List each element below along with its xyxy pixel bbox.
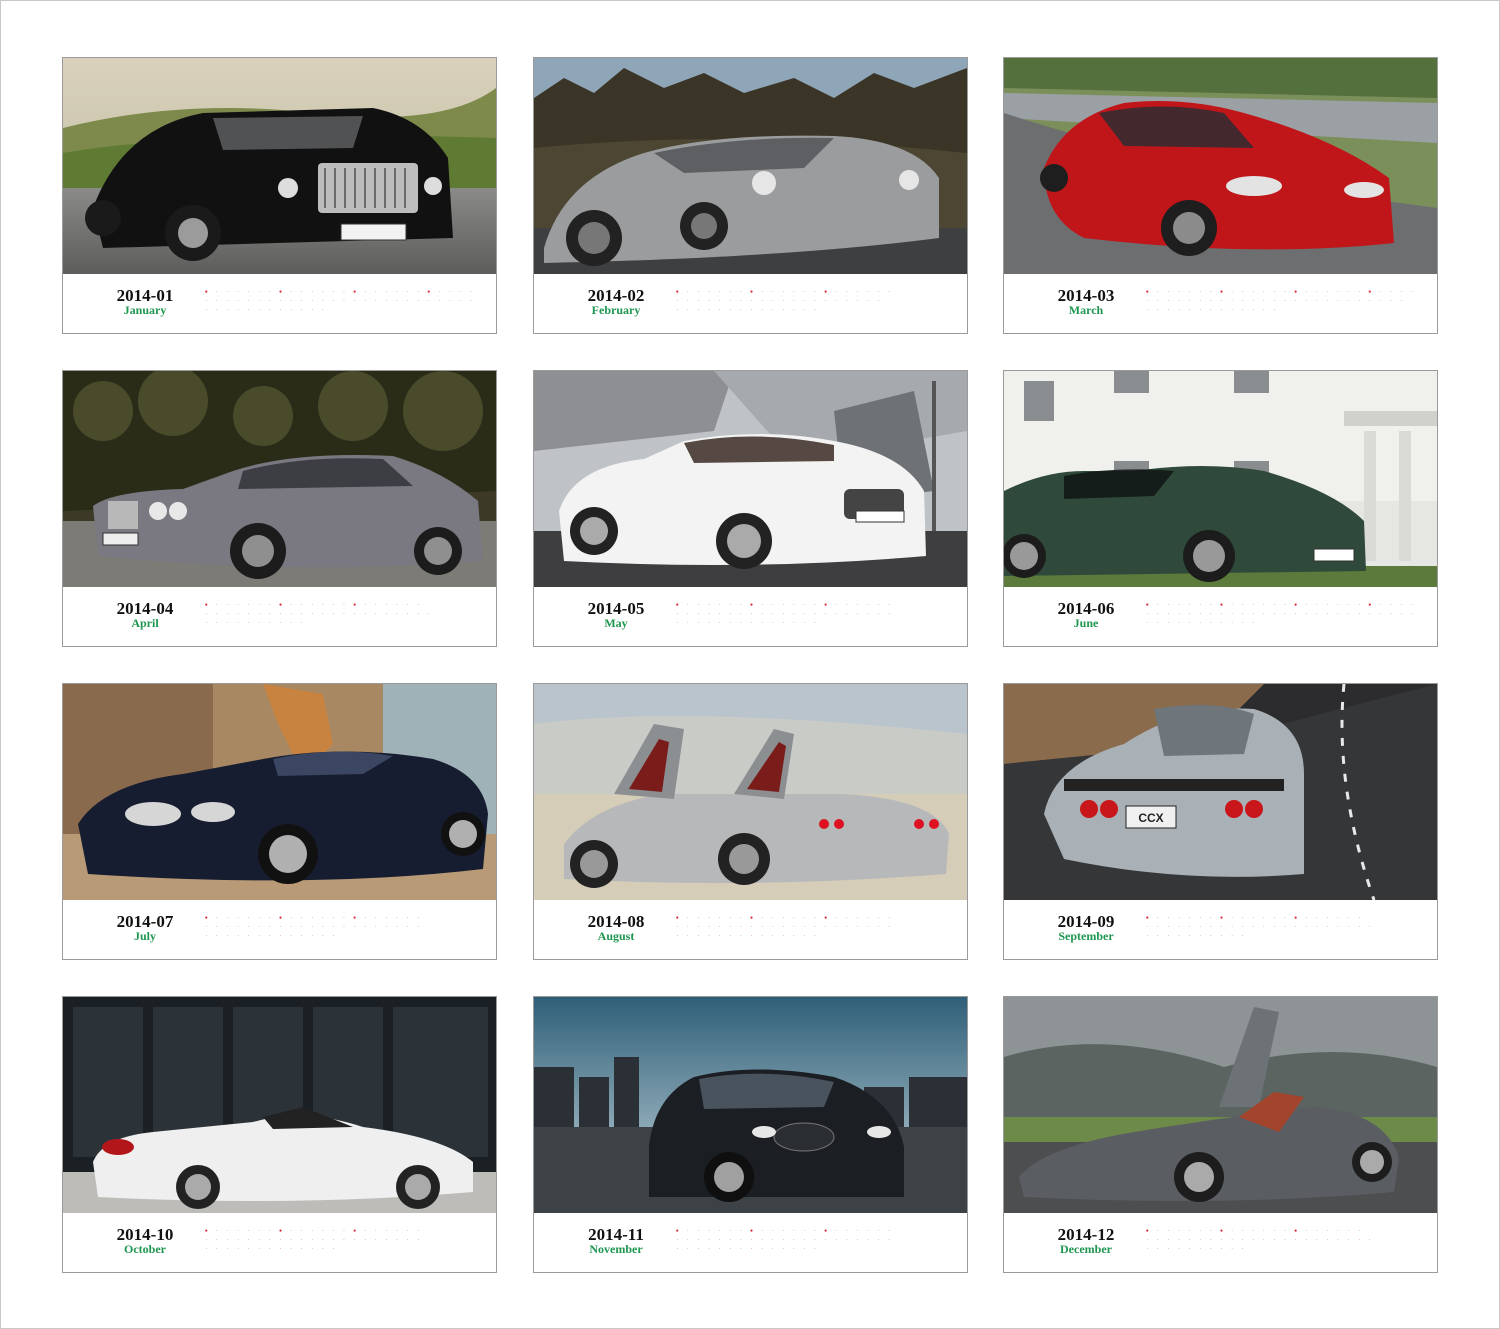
month-name: May [604, 616, 628, 630]
car-photo-rolls-royce-convertible [63, 58, 496, 274]
car-photo-maserati-quattroporte [534, 997, 967, 1213]
month-card-june[interactable]: 2014-06 June ● · · · · · · ● · · · · · · ● · · · · · · ● · · · · … [1003, 370, 1438, 647]
car-photo-saleen-gullwing [534, 684, 967, 900]
plate-ccx: CCX [1138, 811, 1163, 825]
day-grid: ● · · · · · · ● · · · · · · ● · · · · · · · · · · · · · · · · · · · · · · · ·… [1145, 1228, 1371, 1252]
caption-january: 2014-01 January ● · · · · · · ● · · · · · · ● · · · · · · ● · ·… [63, 274, 496, 333]
caption-april: 2014-04 April ● · · · · · · ● · · · · · · ● · · · · · · · · · ·… [63, 587, 496, 646]
car-photo-koenigsegg-silver [534, 58, 967, 274]
caption-october: 2014-10 October ● · · · · · · ● · · · · · · ● · · · · · · · ·… [63, 1213, 496, 1272]
caption-december: 2014-12 December ● · · · · · · ● · · · · · · ● · · · · · · ·… [1004, 1213, 1437, 1272]
car-photo-mercedes-sl-white [63, 997, 496, 1213]
day-grid: ● · · · · · · ● · · · · · · ● · · · · · · · · · · · · · · · · · · · · · · · ·… [204, 915, 419, 939]
month-card-november[interactable]: 2014-11 November ● · · · · · · ● · · · · · · ● · · · · · · ·… [533, 996, 968, 1273]
car-photo-red-corvette [1004, 58, 1437, 274]
month-name: July [133, 929, 156, 943]
month-card-august[interactable]: 2014-08 August ● · · · · · · ● · · · · · · ● · · · · · · · · ·… [533, 683, 968, 960]
caption-june: 2014-06 June ● · · · · · · ● · · · · · · ● · · · · · · ● · · · · … [1004, 587, 1437, 646]
car-photo-aston-martin [1004, 371, 1437, 587]
day-grid: ● · · · · · · ● · · · · · · ● · · · · · · · · · · · · · · · · · · · · · · · ·… [675, 602, 890, 626]
caption-august: 2014-08 August ● · · · · · · ● · · · · · · ● · · · · · · · · ·… [534, 900, 967, 959]
month-name: June [1073, 616, 1099, 630]
car-photo-mercedes-slr-roadster [63, 684, 496, 900]
month-name: January [123, 303, 167, 317]
month-card-february[interactable]: 2014-02 February ● · · · · · · ● · · · · · · ● · · · · · · ·… [533, 57, 968, 334]
month-card-april[interactable]: 2014-04 April ● · · · · · · ● · · · · · · ● · · · · · · · · · ·… [62, 370, 497, 647]
car-photo-audi-tt-roadster [534, 371, 967, 587]
day-grid: ● · · · · · · ● · · · · · · ● · · · · · · · · · · · · · · · · · · · · · · · ·… [675, 289, 890, 313]
month-name: September [1058, 929, 1114, 943]
month-card-march[interactable]: 2014-03 March ● · · · · · · ● · · · · · · ● · · · · · · ● · · · ·… [1003, 57, 1438, 334]
day-grid: ● · · · · · · ● · · · · · · ● · · · · · · · · · · · · · · · · · · · · · · · ·… [204, 602, 430, 626]
month-card-may[interactable]: 2014-05 May ● · · · · · · ● · · · · · · ● · · · · · · · · · · · ·… [533, 370, 968, 647]
month-name: April [131, 616, 159, 630]
day-grid: ● · · · · · · ● · · · · · · ● · · · · · · ● · · · · · · · · · · · · · · · · ·… [1145, 602, 1413, 626]
car-photo-bentley-coupe [63, 371, 496, 587]
day-grid: ● · · · · · · ● · · · · · · ● · · · · · · ● · · · · · · · · · · · · · · · · ·… [1145, 289, 1413, 313]
car-photo-spyker-concept [1004, 997, 1437, 1213]
caption-july: 2014-07 July ● · · · · · · ● · · · · · · ● · · · · · · · · · · ·… [63, 900, 496, 959]
day-grid: ● · · · · · · ● · · · · · · ● · · · · · · ● · · · · · · · · · · · · · · · · ·… [204, 289, 472, 313]
month-card-january[interactable]: 2014-01 January ● · · · · · · ● · · · · · · ● · · · · · · ● · ·… [62, 57, 497, 334]
day-grid: ● · · · · · · ● · · · · · · ● · · · · · · · · · · · · · · · · · · · · · · · ·… [1145, 915, 1371, 939]
month-card-july[interactable]: 2014-07 July ● · · · · · · ● · · · · · · ● · · · · · · · · · · ·… [62, 683, 497, 960]
month-card-october[interactable]: 2014-10 October ● · · · · · · ● · · · · · · ● · · · · · · · ·… [62, 996, 497, 1273]
car-photo-koenigsegg-ccx-rear: CCX [1004, 684, 1437, 900]
month-name: March [1068, 303, 1104, 317]
month-name: February [591, 303, 641, 317]
day-grid: ● · · · · · · ● · · · · · · ● · · · · · · · · · · · · · · · · · · · · · · · ·… [204, 1228, 419, 1252]
caption-may: 2014-05 May ● · · · · · · ● · · · · · · ● · · · · · · · · · · · ·… [534, 587, 967, 646]
month-card-december[interactable]: 2014-12 December ● · · · · · · ● · · · · · · ● · · · · · · ·… [1003, 996, 1438, 1273]
day-grid: ● · · · · · · ● · · · · · · ● · · · · · · · · · · · · · · · · · · · · · · · ·… [675, 915, 890, 939]
month-name: November [589, 1242, 643, 1256]
month-name: August [597, 929, 635, 943]
caption-february: 2014-02 February ● · · · · · · ● · · · · · · ● · · · · · · ·… [534, 274, 967, 333]
caption-september: 2014-09 September ● · · · · · · ● · · · · · · ● · · · · · · … [1004, 900, 1437, 959]
day-grid: ● · · · · · · ● · · · · · · ● · · · · · · · · · · · · · · · · · · · · · · · ·… [675, 1228, 890, 1252]
caption-march: 2014-03 March ● · · · · · · ● · · · · · · ● · · · · · · ● · · · ·… [1004, 274, 1437, 333]
month-card-september[interactable]: CCX 2014-09 September ● · · · · · · ● · · · · · · ● · · ·… [1003, 683, 1438, 960]
month-name: October [124, 1242, 166, 1256]
caption-november: 2014-11 November ● · · · · · · ● · · · · · · ● · · · · · · ·… [534, 1213, 967, 1272]
month-name: December [1060, 1242, 1112, 1256]
